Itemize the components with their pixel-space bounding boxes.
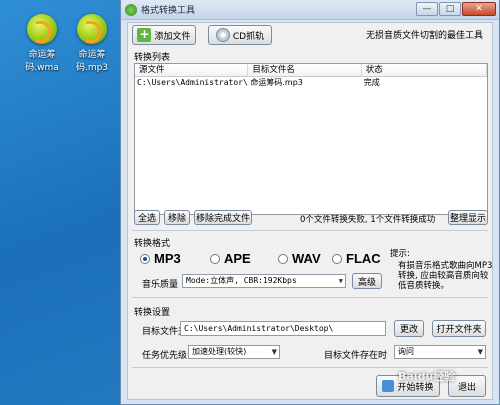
desktop-icon-label: 命运筹码.wma	[25, 50, 59, 73]
file-exists-value: 询问	[398, 347, 414, 356]
divider	[132, 297, 488, 298]
radio-wav[interactable]: WAV	[278, 251, 321, 266]
convert-list-label: 转换列表	[134, 53, 171, 63]
column-target[interactable]: 目标文件名	[248, 64, 362, 76]
priority-select[interactable]: 加速处理(较快) ▼	[188, 345, 280, 359]
column-source[interactable]: 源文件	[135, 64, 249, 76]
radio-flac-label: FLAC	[346, 251, 381, 266]
close-button[interactable]: ✕	[462, 2, 496, 16]
maximize-button[interactable]: □	[439, 2, 461, 16]
list-header: 源文件 目标文件名 状态	[135, 64, 487, 77]
radio-mp3-label: MP3	[154, 251, 181, 266]
column-status[interactable]: 状态	[362, 64, 487, 76]
add-file-label: 添加文件	[154, 31, 191, 42]
radio-flac[interactable]: FLAC	[332, 251, 381, 266]
file-exists-label: 目标文件存在时	[324, 351, 388, 361]
client-area: + 添加文件 CD抓轨 无损音质文件切割的最佳工具 转换列表 源文件 目标文件名…	[127, 22, 493, 400]
title-bar[interactable]: 格式转换工具 — □ ✕	[121, 0, 499, 20]
remove-completed-button[interactable]: 移除完成文件	[194, 210, 252, 225]
cd-icon	[215, 28, 230, 42]
chevron-down-icon: ▼	[477, 348, 483, 356]
radio-ape[interactable]: APE	[210, 251, 251, 266]
priority-label: 任务优先级	[142, 351, 188, 361]
change-folder-button[interactable]: 更改	[394, 320, 424, 337]
cd-rip-label: CD抓轨	[232, 31, 265, 42]
chevron-down-icon: ▼	[338, 277, 343, 285]
desktop-icon-label: 命运筹码.mp3	[75, 50, 109, 73]
chevron-down-icon: ▼	[271, 348, 277, 356]
window-title: 格式转换工具	[141, 6, 196, 16]
minimize-button[interactable]: —	[416, 2, 438, 16]
music-file-icon	[27, 14, 57, 44]
app-icon	[125, 3, 137, 16]
desktop-icon-mp3[interactable]: 命运筹码.mp3	[68, 14, 116, 73]
radio-icon	[278, 253, 288, 264]
file-exists-select[interactable]: 询问 ▼	[394, 345, 486, 359]
radio-icon	[332, 253, 342, 264]
remove-button[interactable]: 移除	[164, 210, 190, 225]
format-converter-window: 格式转换工具 — □ ✕ + 添加文件 CD抓轨 无损音质文件切割的最佳工具 转…	[120, 0, 500, 405]
cell-status: 完成	[363, 78, 380, 87]
hint-title: 提示:	[390, 249, 410, 259]
select-all-button[interactable]: 全选	[134, 210, 160, 225]
convert-list[interactable]: 源文件 目标文件名 状态 C:\Users\Administrator\D...…	[134, 63, 488, 215]
radio-selected-icon	[140, 253, 150, 264]
add-icon: +	[137, 27, 152, 42]
radio-icon	[210, 253, 220, 264]
cell-source: C:\Users\Administrator\D...	[137, 78, 248, 87]
radio-mp3[interactable]: MP3	[140, 251, 181, 266]
open-folder-button[interactable]: 打开文件夹	[432, 320, 486, 337]
hint-body: 有损音乐格式歌曲向MP3转换, 应由较高音质向较低音质转换。	[398, 261, 493, 291]
watermark-logo: Baidu经验	[398, 370, 456, 383]
target-folder-field[interactable]: C:\Users\Administrator\Desktop\	[180, 321, 386, 336]
priority-value: 加速处理(较快)	[192, 347, 247, 356]
music-file-icon	[77, 14, 107, 44]
quality-label: 音乐质量	[142, 280, 179, 290]
add-file-button[interactable]: + 添加文件	[132, 25, 196, 45]
list-item[interactable]: C:\Users\Administrator\D... 命运筹码.mp3 完成	[135, 77, 487, 89]
desktop-icon-wma[interactable]: 命运筹码.wma	[18, 14, 66, 73]
quality-select[interactable]: Mode:立体声, CBR:192Kbps ▼	[182, 274, 346, 288]
format-label: 转换格式	[134, 239, 171, 249]
radio-wav-label: WAV	[292, 251, 321, 266]
conversion-status-text: 0个文件转换失败, 1个文件转换成功	[300, 215, 436, 225]
radio-ape-label: APE	[224, 251, 251, 266]
cd-rip-button[interactable]: CD抓轨	[208, 25, 272, 45]
quality-value: Mode:立体声, CBR:192Kbps	[186, 276, 297, 285]
divider	[132, 230, 488, 231]
convert-icon	[382, 380, 395, 392]
tidy-display-button[interactable]: 整理显示	[448, 210, 488, 225]
settings-label: 转换设置	[134, 308, 171, 318]
cell-target: 命运筹码.mp3	[250, 78, 303, 87]
advanced-button[interactable]: 高级	[352, 273, 382, 289]
tagline: 无损音质文件切割的最佳工具	[366, 31, 484, 41]
